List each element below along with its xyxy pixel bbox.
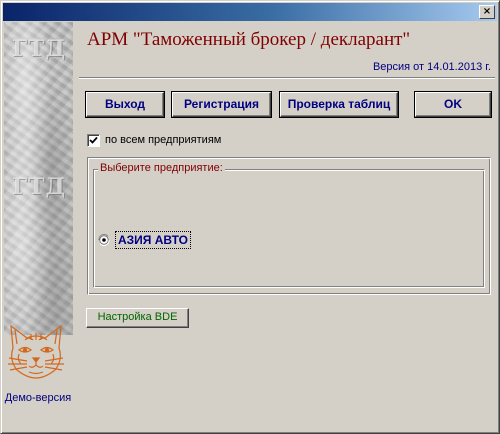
- title-bar[interactable]: ×: [3, 3, 497, 21]
- checkmark-icon: [89, 136, 98, 144]
- exit-button[interactable]: Выход: [86, 92, 164, 117]
- demo-version-label: Демо-версия: [4, 392, 72, 404]
- all-enterprises-label[interactable]: по всем предприятиям: [105, 134, 221, 146]
- enterprise-radio-button[interactable]: [98, 234, 110, 246]
- ok-button[interactable]: OK: [415, 92, 491, 117]
- enterprise-groupbox: [93, 169, 485, 288]
- enterprise-option-label[interactable]: АЗИЯ АВТО: [115, 231, 192, 249]
- bde-settings-button[interactable]: Настройка BDE: [86, 308, 189, 328]
- watermark-logo: ГТД: [11, 36, 67, 62]
- all-enterprises-checkbox[interactable]: [87, 134, 100, 147]
- header-divider: [79, 77, 495, 79]
- close-button[interactable]: ×: [479, 5, 495, 19]
- cat-face-icon: [8, 324, 64, 379]
- app-title: АРМ "Таможенный брокер / декларант": [87, 29, 411, 50]
- enterprise-groupbox-legend: Выберите предприятие:: [98, 162, 225, 174]
- main-window: × ГТД ГТД Демо-версия АРМ "Таможенный бр…: [0, 0, 500, 434]
- version-label: Версия от 14.01.2013 г.: [372, 61, 491, 73]
- check-tables-button[interactable]: Проверка таблиц: [280, 92, 398, 117]
- watermark-logo: ГТД: [11, 174, 67, 200]
- register-button[interactable]: Регистрация: [172, 92, 271, 117]
